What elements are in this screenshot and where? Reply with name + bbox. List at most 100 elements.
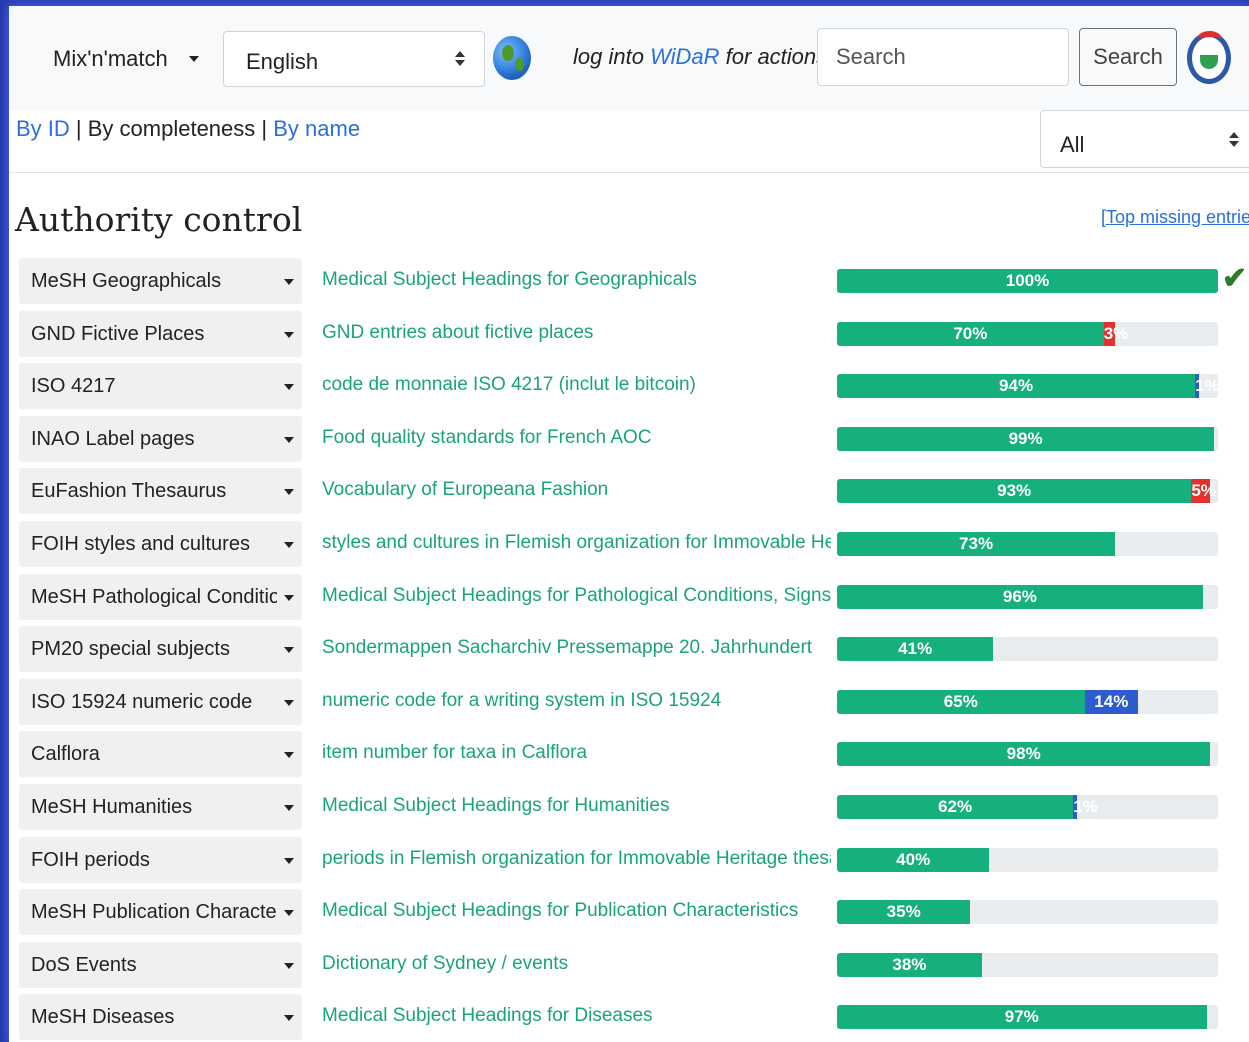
select-arrows-icon: [1229, 132, 1239, 148]
catalog-description-link[interactable]: Medical Subject Headings for Diseases: [322, 1005, 831, 1027]
catalog-name: MeSH Diseases: [31, 1006, 175, 1029]
catalog-description-link[interactable]: Medical Subject Headings for Pathologica…: [322, 585, 831, 607]
catalog-description-link[interactable]: Vocabulary of Europeana Fashion: [322, 479, 831, 501]
search-input[interactable]: [834, 43, 1058, 71]
catalog-dropdown[interactable]: MeSH Publication Characteristics: [19, 889, 302, 936]
group-filter-value: All: [1060, 132, 1085, 157]
sort-by-completeness-active: By completeness: [87, 116, 256, 141]
progress-label-green: 73%: [959, 534, 994, 553]
progress-bar: 94% 1%: [837, 374, 1218, 399]
caret-down-icon: [284, 436, 294, 443]
catalog-name: FOIH styles and cultures: [31, 533, 250, 555]
sort-by-name-link[interactable]: By name: [273, 116, 360, 141]
progress-label-green: 41%: [898, 639, 933, 659]
catalog-description-link[interactable]: item number for taxa in Calflora: [322, 742, 831, 764]
catalog-name: MeSH Humanities: [31, 796, 193, 818]
brand-menu[interactable]: Mix'n'match: [53, 46, 168, 72]
catalog-row: MeSH Publication Characteristics Medical …: [9, 886, 1249, 938]
caret-down-icon: [284, 857, 294, 864]
wikidata-logo[interactable]: [1187, 31, 1231, 84]
group-filter-select[interactable]: All: [1040, 110, 1249, 168]
catalog-row: DoS Events Dictionary of Sydney / events 3…: [9, 939, 1249, 991]
top-missing-entries-link[interactable]: [Top missing entries]: [1101, 207, 1249, 228]
progress-label-green: 94%: [999, 376, 1034, 396]
progress-bar: 96%: [837, 584, 1218, 609]
catalog-dropdown[interactable]: ISO 4217: [19, 363, 302, 410]
catalog-description-link[interactable]: Medical Subject Headings for Publication…: [322, 900, 831, 922]
catalog-description-link[interactable]: styles and cultures in Flemish organizat…: [322, 532, 831, 554]
catalog-dropdown[interactable]: EuFashion Thesaurus: [19, 468, 302, 515]
language-select[interactable]: English: [223, 31, 485, 87]
caret-down-icon: [284, 279, 294, 285]
catalog-description-link[interactable]: Medical Subject Headings for Geographica…: [322, 269, 831, 291]
caret-down-icon: [284, 752, 294, 759]
catalog-description-link[interactable]: Dictionary of Sydney / events: [322, 953, 831, 975]
catalog-dropdown[interactable]: PM20 special subjects: [19, 626, 302, 673]
progress-label-green: 40%: [896, 849, 931, 869]
catalog-description-link[interactable]: periods in Flemish organization for Immo…: [322, 848, 831, 870]
catalog-row: Calflora item number for taxa in Calflora…: [9, 728, 1249, 780]
login-notice: log into WiDaR for actions: [573, 44, 827, 70]
catalog-dropdown[interactable]: MeSH Geographicals: [19, 258, 302, 304]
catalog-dropdown[interactable]: MeSH Humanities: [19, 784, 302, 830]
select-arrows-icon: [455, 51, 465, 67]
catalog-row: MeSH Geographicals Medical Subject Headin…: [9, 255, 1249, 307]
caret-down-icon: [284, 384, 294, 391]
catalog-description-link[interactable]: Food quality standards for French AOC: [322, 427, 831, 449]
caret-down-icon: [284, 805, 294, 811]
chevron-down-icon[interactable]: [189, 56, 199, 62]
catalog-description-link[interactable]: Sondermappen Sacharchiv Pressemappe 20. …: [322, 637, 831, 659]
progress-bar: 100%: [837, 269, 1218, 293]
catalog-name: PM20 special subjects: [31, 638, 230, 661]
catalog-dropdown[interactable]: INAO Label pages: [19, 415, 302, 462]
progress-label-green: 65%: [943, 691, 978, 711]
search-button[interactable]: Search: [1079, 28, 1177, 86]
caret-down-icon: [284, 910, 294, 917]
caret-down-icon: [284, 1015, 294, 1022]
catalog-name: INAO Label pages: [31, 427, 195, 450]
catalog-dropdown[interactable]: DoS Events: [19, 941, 302, 988]
progress-bar: 98%: [837, 742, 1218, 767]
catalog-description-link[interactable]: code de monnaie ISO 4217 (inclut le bitc…: [322, 374, 831, 396]
catalog-row: GND Fictive Places GND entries about fict…: [9, 308, 1249, 360]
catalog-dropdown[interactable]: Calflora: [19, 731, 302, 778]
caret-down-icon: [284, 331, 294, 338]
progress-bar: 65% 14%: [837, 689, 1218, 714]
catalog-row: FOIH periods periods in Flemish organizat…: [9, 834, 1249, 886]
catalog-dropdown[interactable]: MeSH Pathological Conditions: [19, 573, 302, 620]
caret-down-icon: [284, 962, 294, 969]
progress-bar: 97%: [837, 1005, 1218, 1030]
catalog-row: FOIH styles and cultures styles and cultu…: [9, 518, 1249, 570]
progress-bar: 40%: [837, 847, 1218, 872]
progress-label-blue: 1%: [1073, 797, 1098, 816]
caret-down-icon: [284, 647, 294, 654]
caret-down-icon: [284, 699, 294, 706]
catalog-dropdown[interactable]: FOIH styles and cultures: [19, 521, 302, 567]
catalog-row: MeSH Pathological Conditions Medical Subj…: [9, 571, 1249, 623]
globe-icon[interactable]: [493, 36, 531, 80]
catalog-row: ISO 4217 code de monnaie ISO 4217 (inclut…: [9, 360, 1249, 412]
progress-label-green: 62%: [938, 797, 973, 816]
catalog-dropdown[interactable]: FOIH periods: [19, 836, 302, 883]
caret-down-icon: [284, 594, 294, 601]
catalog-row: PM20 special subjects Sondermappen Sachar…: [9, 623, 1249, 675]
progress-label-red: 3%: [1103, 323, 1129, 343]
catalog-dropdown[interactable]: MeSH Diseases: [19, 994, 302, 1041]
progress-bar: 70% 3%: [837, 321, 1218, 346]
catalog-name: MeSH Pathological Conditions: [31, 585, 277, 608]
catalog-dropdown[interactable]: ISO 15924 numeric code: [19, 678, 302, 725]
progress-label-blue: 14%: [1094, 691, 1129, 711]
catalog-description-link[interactable]: numeric code for a writing system in ISO…: [322, 690, 831, 712]
app-frame: Mix'n'match English log into WiDaR for a…: [9, 6, 1249, 1042]
widar-link[interactable]: WiDaR: [650, 44, 719, 69]
catalog-row: MeSH Diseases Medical Subject Headings fo…: [9, 991, 1249, 1042]
caret-down-icon: [284, 489, 294, 496]
catalog-description-link[interactable]: GND entries about fictive places: [322, 322, 831, 344]
catalog-dropdown[interactable]: GND Fictive Places: [19, 310, 302, 357]
progress-bar: 35%: [837, 900, 1218, 925]
catalog-description-link[interactable]: Medical Subject Headings for Humanities: [322, 795, 831, 817]
progress-label-blue: 1%: [1195, 376, 1218, 396]
sort-by-id-link[interactable]: By ID: [16, 116, 70, 141]
sort-separator: |: [69, 116, 88, 141]
progress-bar: 73%: [837, 532, 1218, 556]
